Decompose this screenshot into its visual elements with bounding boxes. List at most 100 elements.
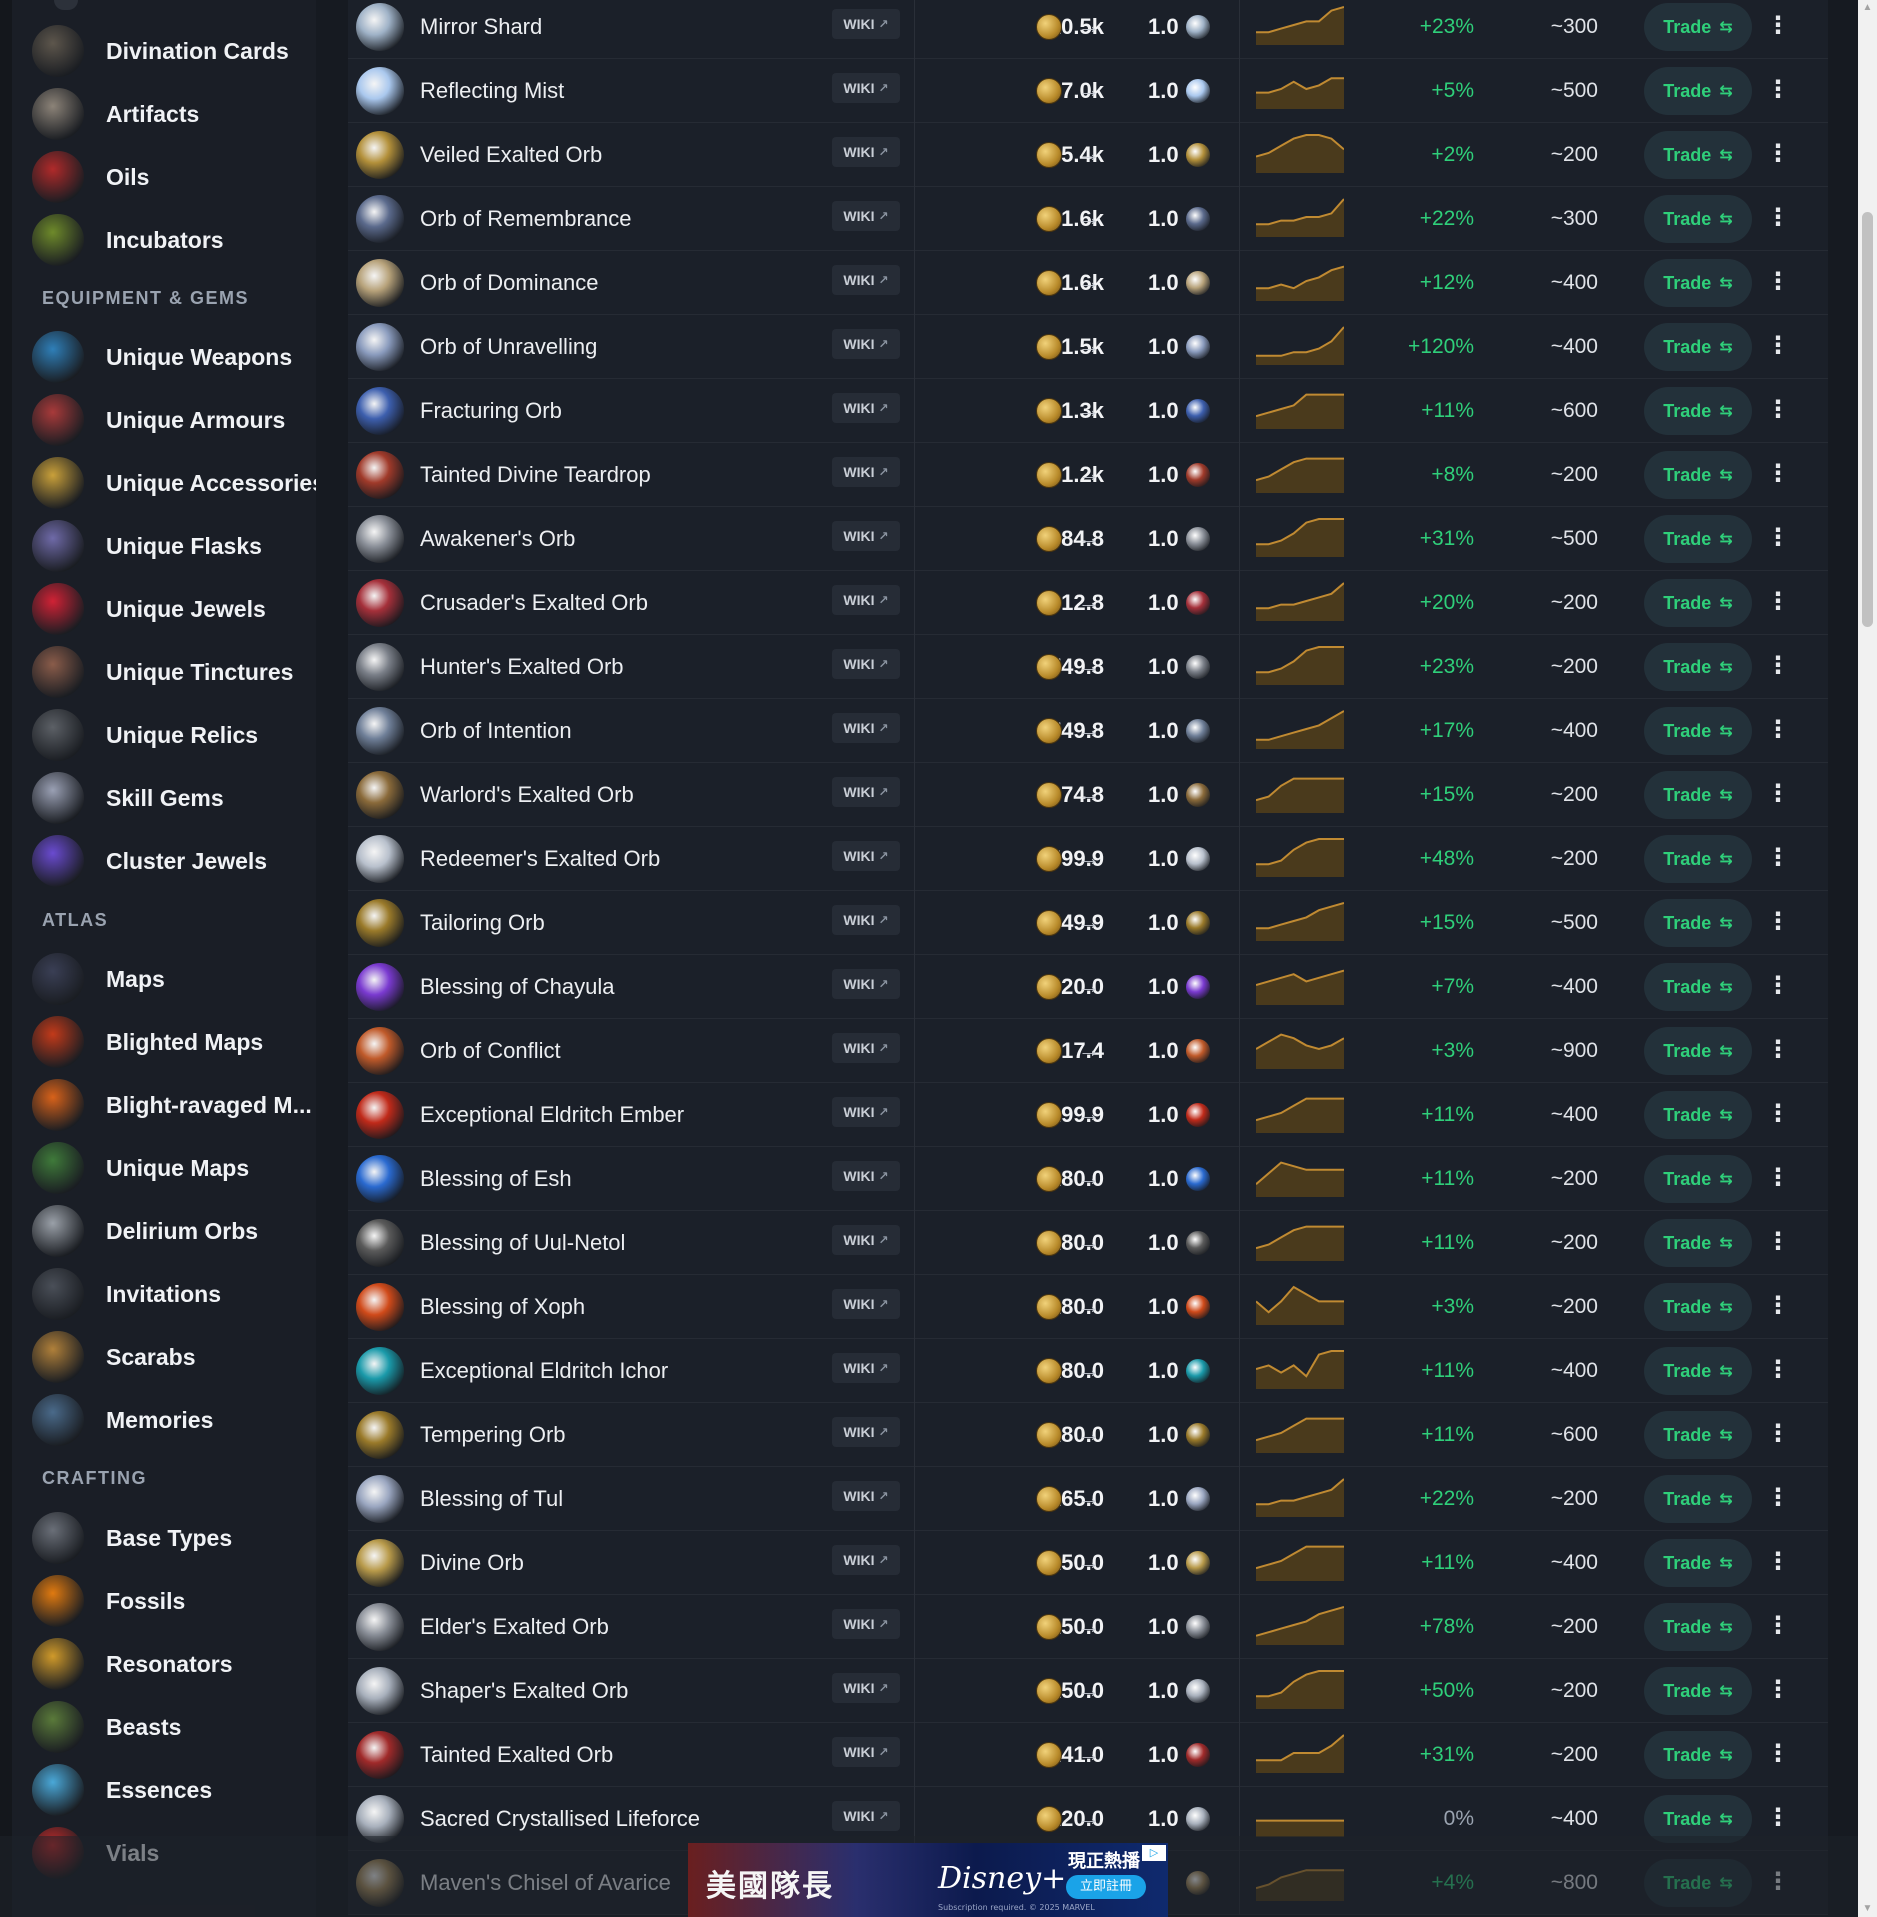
sidebar-item-skill-gems[interactable]: Skill Gems: [32, 768, 312, 828]
more-options-icon[interactable]: ⋮: [1766, 891, 1790, 955]
trade-button[interactable]: Trade ⇆: [1644, 259, 1752, 307]
sidebar-item-invitations[interactable]: Invitations: [32, 1264, 312, 1324]
ad-cta-button[interactable]: 立即註冊: [1066, 1875, 1146, 1899]
wiki-link-button[interactable]: WIKI↗: [832, 9, 900, 39]
trade-button[interactable]: Trade ⇆: [1644, 1411, 1752, 1459]
wiki-link-button[interactable]: WIKI↗: [832, 905, 900, 935]
item-name[interactable]: Orb of Dominance: [420, 251, 599, 315]
item-name[interactable]: Tainted Divine Teardrop: [420, 443, 651, 507]
trade-button[interactable]: Trade ⇆: [1644, 963, 1752, 1011]
item-name[interactable]: Warlord's Exalted Orb: [420, 763, 634, 827]
item-name[interactable]: Mirror Shard: [420, 0, 542, 59]
more-options-icon[interactable]: ⋮: [1766, 123, 1790, 187]
trade-button[interactable]: Trade ⇆: [1644, 131, 1752, 179]
sidebar-item-memories[interactable]: Memories: [32, 1390, 312, 1450]
more-options-icon[interactable]: ⋮: [1766, 1339, 1790, 1403]
wiki-link-button[interactable]: WIKI↗: [832, 1737, 900, 1767]
item-name[interactable]: Veiled Exalted Orb: [420, 123, 602, 187]
more-options-icon[interactable]: ⋮: [1766, 1467, 1790, 1531]
trade-button[interactable]: Trade ⇆: [1644, 1603, 1752, 1651]
sidebar-item-essences[interactable]: Essences: [32, 1760, 312, 1820]
sidebar-item-unique-accessories[interactable]: Unique Accessories: [32, 453, 316, 513]
item-name[interactable]: Divine Orb: [420, 1531, 524, 1595]
trade-button[interactable]: Trade ⇆: [1644, 1027, 1752, 1075]
item-name[interactable]: Exceptional Eldritch Ichor: [420, 1339, 668, 1403]
trade-button[interactable]: Trade ⇆: [1644, 1219, 1752, 1267]
sidebar-item-scarabs[interactable]: Scarabs: [32, 1327, 312, 1387]
trade-button[interactable]: Trade ⇆: [1644, 515, 1752, 563]
more-options-icon[interactable]: ⋮: [1766, 0, 1790, 59]
sidebar-item-blight-ravaged-m[interactable]: Blight-ravaged M...: [32, 1075, 312, 1135]
sidebar-item-unique-maps[interactable]: Unique Maps: [32, 1138, 312, 1198]
more-options-icon[interactable]: ⋮: [1766, 635, 1790, 699]
trade-button[interactable]: Trade ⇆: [1644, 323, 1752, 371]
wiki-link-button[interactable]: WIKI↗: [832, 713, 900, 743]
sidebar-item-unique-tinctures[interactable]: Unique Tinctures: [32, 642, 312, 702]
trade-button[interactable]: Trade ⇆: [1644, 643, 1752, 691]
more-options-icon[interactable]: ⋮: [1766, 699, 1790, 763]
item-name[interactable]: Awakener's Orb: [420, 507, 575, 571]
item-name[interactable]: Shaper's Exalted Orb: [420, 1659, 628, 1723]
sidebar-item-unique-armours[interactable]: Unique Armours: [32, 390, 312, 450]
trade-button[interactable]: Trade ⇆: [1644, 1155, 1752, 1203]
wiki-link-button[interactable]: WIKI↗: [832, 1673, 900, 1703]
trade-button[interactable]: Trade ⇆: [1644, 1667, 1752, 1715]
item-name[interactable]: Tailoring Orb: [420, 891, 545, 955]
trade-button[interactable]: Trade ⇆: [1644, 387, 1752, 435]
more-options-icon[interactable]: ⋮: [1766, 1787, 1790, 1851]
more-options-icon[interactable]: ⋮: [1766, 955, 1790, 1019]
scrollbar-thumb[interactable]: [1862, 212, 1873, 627]
wiki-link-button[interactable]: WIKI↗: [832, 1225, 900, 1255]
trade-button[interactable]: Trade ⇆: [1644, 67, 1752, 115]
more-options-icon[interactable]: ⋮: [1766, 1275, 1790, 1339]
item-name[interactable]: Elder's Exalted Orb: [420, 1595, 609, 1659]
sidebar-item-divination-cards[interactable]: Divination Cards: [32, 21, 312, 81]
item-name[interactable]: Blessing of Esh: [420, 1147, 572, 1211]
sidebar-item-beasts[interactable]: Beasts: [32, 1697, 312, 1757]
item-name[interactable]: Reflecting Mist: [420, 59, 564, 123]
item-name[interactable]: Fracturing Orb: [420, 379, 562, 443]
scroll-up-arrow-icon[interactable]: ▲: [1862, 2, 1873, 14]
item-name[interactable]: Orb of Unravelling: [420, 315, 597, 379]
more-options-icon[interactable]: ⋮: [1766, 1403, 1790, 1467]
trade-button[interactable]: Trade ⇆: [1644, 1731, 1752, 1779]
trade-button[interactable]: Trade ⇆: [1644, 3, 1752, 51]
more-options-icon[interactable]: ⋮: [1766, 1083, 1790, 1147]
ad-banner[interactable]: 美國隊長 Disney+ 現正熱播 立即註冊 Subscription requ…: [688, 1843, 1168, 1917]
wiki-link-button[interactable]: WIKI↗: [832, 1289, 900, 1319]
wiki-link-button[interactable]: WIKI↗: [832, 585, 900, 615]
item-name[interactable]: Tempering Orb: [420, 1403, 566, 1467]
trade-button[interactable]: Trade ⇆: [1644, 899, 1752, 947]
more-options-icon[interactable]: ⋮: [1766, 251, 1790, 315]
wiki-link-button[interactable]: WIKI↗: [832, 457, 900, 487]
item-name[interactable]: Blessing of Tul: [420, 1467, 563, 1531]
trade-button[interactable]: Trade ⇆: [1644, 1283, 1752, 1331]
sidebar-item-vials[interactable]: Vials: [32, 1823, 312, 1883]
item-name[interactable]: Sacred Crystallised Lifeforce: [420, 1787, 700, 1851]
more-options-icon[interactable]: ⋮: [1766, 1595, 1790, 1659]
more-options-icon[interactable]: ⋮: [1766, 1211, 1790, 1275]
item-name[interactable]: Crusader's Exalted Orb: [420, 571, 648, 635]
more-options-icon[interactable]: ⋮: [1766, 1019, 1790, 1083]
sidebar-item-unique-weapons[interactable]: Unique Weapons: [32, 327, 312, 387]
wiki-link-button[interactable]: WIKI↗: [832, 1161, 900, 1191]
sidebar-item-unique-flasks[interactable]: Unique Flasks: [32, 516, 312, 576]
more-options-icon[interactable]: ⋮: [1766, 827, 1790, 891]
scroll-down-arrow-icon[interactable]: ▼: [1862, 1903, 1873, 1915]
more-options-icon[interactable]: ⋮: [1766, 379, 1790, 443]
more-options-icon[interactable]: ⋮: [1766, 507, 1790, 571]
wiki-link-button[interactable]: WIKI↗: [832, 73, 900, 103]
item-name[interactable]: Blessing of Chayula: [420, 955, 614, 1019]
sidebar-item-unique-relics[interactable]: Unique Relics: [32, 705, 312, 765]
sidebar-item-oils[interactable]: Oils: [32, 147, 312, 207]
item-name[interactable]: Exceptional Eldritch Ember: [420, 1083, 684, 1147]
wiki-link-button[interactable]: WIKI↗: [832, 265, 900, 295]
trade-button[interactable]: Trade ⇆: [1644, 1539, 1752, 1587]
sidebar-item-incubators[interactable]: Incubators: [32, 210, 312, 270]
item-name[interactable]: Blessing of Uul-Netol: [420, 1211, 625, 1275]
trade-button[interactable]: Trade ⇆: [1644, 1475, 1752, 1523]
sidebar-item-resonators[interactable]: Resonators: [32, 1634, 312, 1694]
wiki-link-button[interactable]: WIKI↗: [832, 1545, 900, 1575]
trade-button[interactable]: Trade ⇆: [1644, 1795, 1752, 1843]
sidebar-item-unique-jewels[interactable]: Unique Jewels: [32, 579, 312, 639]
